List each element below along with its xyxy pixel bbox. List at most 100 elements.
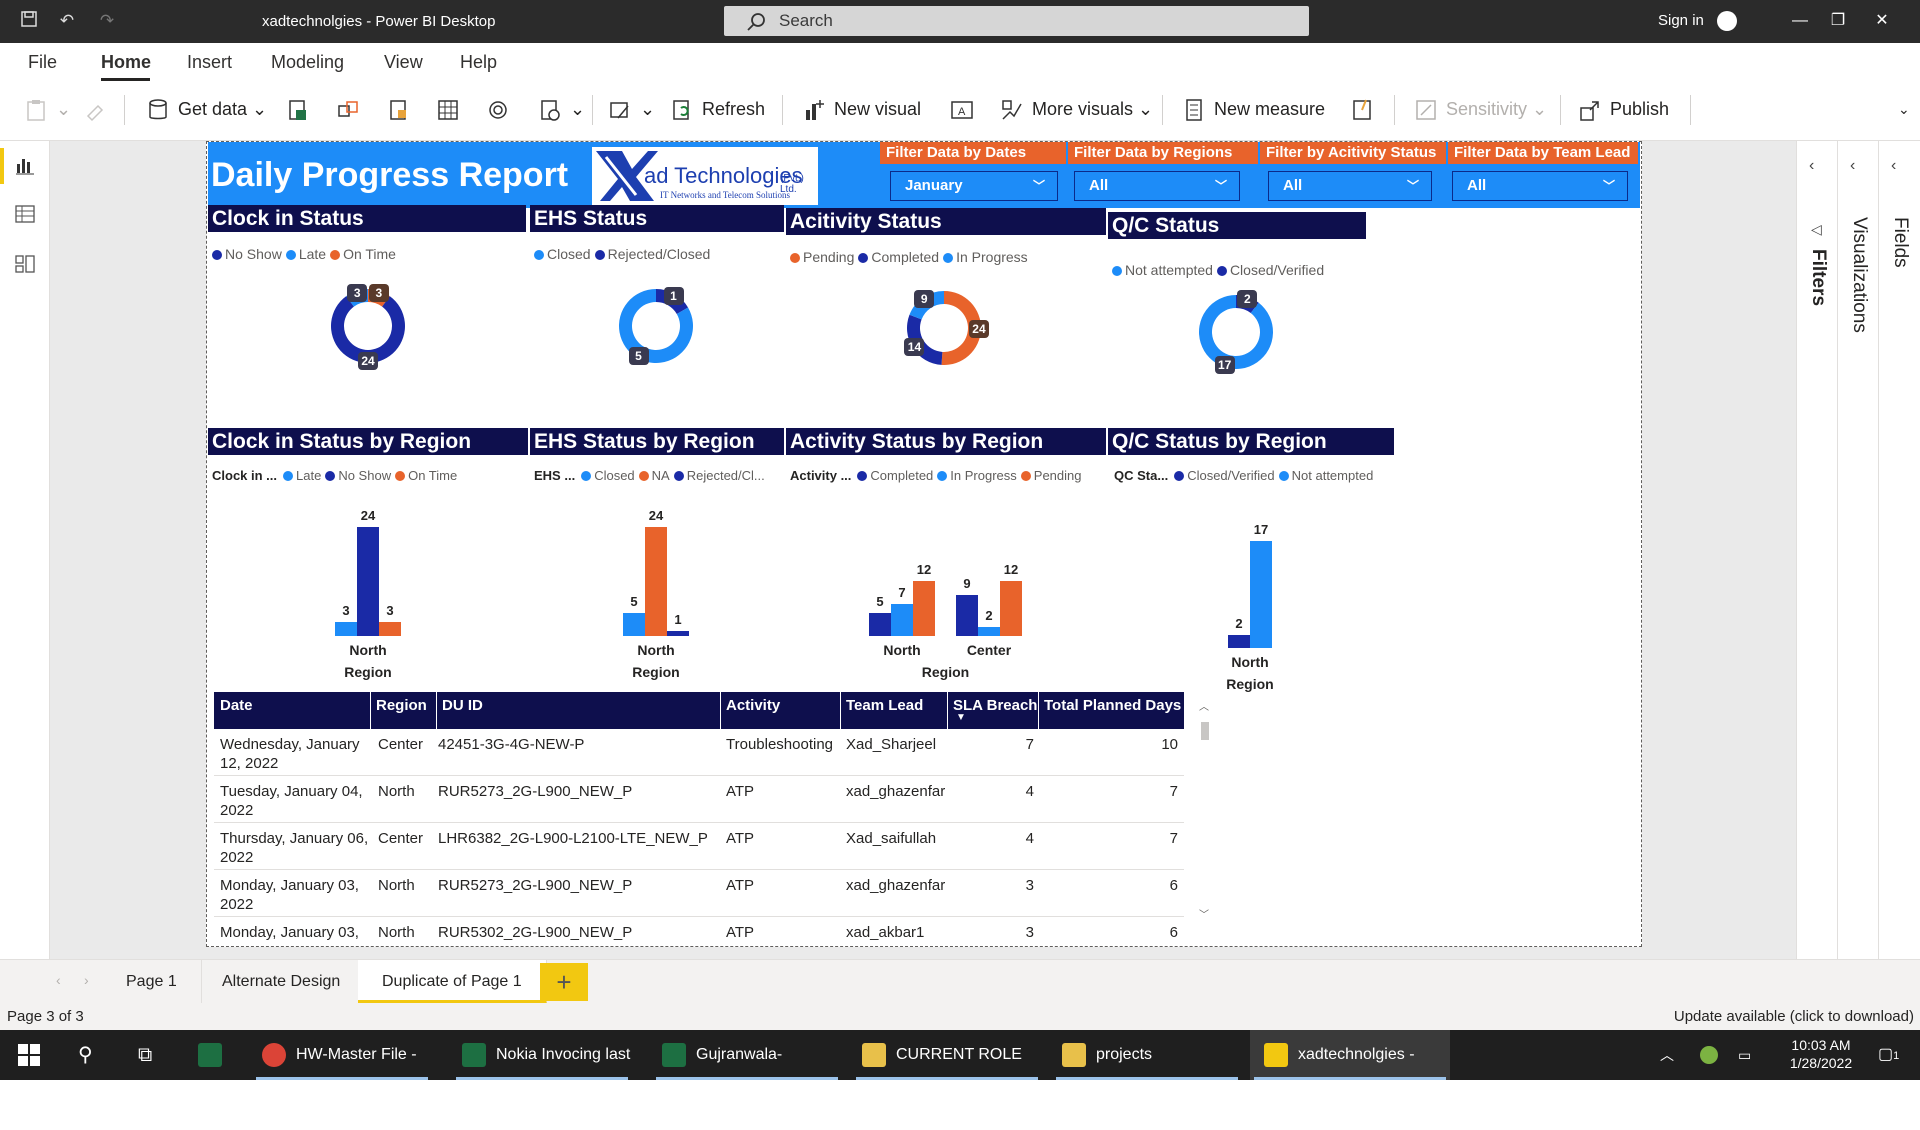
- taskbar-item-excel-2[interactable]: Gujranwala- Master...: [652, 1030, 842, 1113]
- table-row[interactable]: Wednesday, January 12, 2022 Center 42451-3…: [214, 729, 1184, 776]
- prev-page-icon[interactable]: ‹: [56, 972, 61, 988]
- legend-item[interactable]: Not attempted: [1278, 468, 1373, 483]
- col-date[interactable]: Date: [220, 697, 253, 714]
- col-region[interactable]: Region: [370, 692, 427, 729]
- publish-button[interactable]: Publish: [1578, 93, 1669, 125]
- recent-sources-button[interactable]: ⌄: [538, 93, 585, 125]
- col-sla-breach[interactable]: SLA Breach: [947, 692, 1037, 729]
- bar-not-attempted[interactable]: [1250, 540, 1272, 648]
- menu-file[interactable]: File: [28, 52, 57, 73]
- clock[interactable]: 10:03 AM 1/28/2022: [1776, 1030, 1866, 1080]
- legend-item[interactable]: Late: [285, 246, 326, 262]
- model-view-icon[interactable]: [14, 253, 36, 275]
- enter-data-button[interactable]: [436, 93, 468, 125]
- expand-fields-icon[interactable]: ‹: [1891, 157, 1896, 175]
- menu-view[interactable]: View: [384, 52, 423, 73]
- legend-item[interactable]: Rejected/Closed: [594, 246, 710, 262]
- fields-pane[interactable]: ‹ Fields: [1879, 141, 1920, 959]
- update-available-link[interactable]: Update available (click to download): [1674, 1008, 1914, 1025]
- new-measure-button[interactable]: New measure: [1182, 93, 1325, 125]
- taskbar-item-powerbi[interactable]: xadtechnolgies - Po...: [1250, 1030, 1450, 1113]
- sign-in-link[interactable]: Sign in: [1658, 12, 1704, 29]
- legend-item[interactable]: Completed: [857, 468, 933, 483]
- paste-button[interactable]: ⌄: [24, 93, 71, 125]
- menu-home[interactable]: Home: [101, 52, 151, 73]
- col-activity[interactable]: Activity: [720, 692, 780, 729]
- bar-late[interactable]: [335, 622, 357, 636]
- undo-icon[interactable]: ↶: [56, 10, 78, 32]
- bar-pending[interactable]: [913, 581, 935, 636]
- show-hidden-icons[interactable]: ︿: [1660, 1030, 1674, 1080]
- excel-workbook-button[interactable]: [286, 93, 318, 125]
- notification-icon[interactable]: ▢1: [1878, 1030, 1899, 1080]
- task-view-icon[interactable]: ⧉: [138, 1030, 152, 1080]
- avatar[interactable]: [1717, 11, 1737, 31]
- col-du-id[interactable]: DU ID: [436, 692, 483, 729]
- expand-visualizations-icon[interactable]: ‹: [1850, 157, 1855, 175]
- taskbar-item-folder-1[interactable]: CURRENT ROLE: [852, 1030, 1042, 1080]
- legend-item[interactable]: No Show: [212, 246, 282, 262]
- filter-team-lead-dropdown[interactable]: All ﹀: [1452, 171, 1628, 201]
- refresh-button[interactable]: Refresh: [670, 93, 765, 125]
- table-row[interactable]: Thursday, January 06, 2022 Center LHR6382_…: [214, 823, 1184, 870]
- expand-filters-icon[interactable]: ‹: [1809, 157, 1814, 175]
- table-row[interactable]: Monday, January 03, North RUR5302_2G-L900_…: [214, 917, 1184, 944]
- excel-taskbar-button[interactable]: [198, 1030, 232, 1080]
- start-button[interactable]: [18, 1030, 40, 1080]
- legend-item[interactable]: NA: [638, 468, 670, 483]
- scroll-up-icon[interactable]: ︿: [1199, 698, 1209, 713]
- legend-item[interactable]: Late: [283, 468, 321, 483]
- bar-no-show[interactable]: [357, 526, 379, 636]
- taskbar-item-folder-2[interactable]: projects: [1052, 1030, 1242, 1080]
- search-taskbar-icon[interactable]: ⚲: [78, 1030, 93, 1080]
- filter-regions-dropdown[interactable]: All ﹀: [1074, 171, 1240, 201]
- filters-pane[interactable]: ‹ ◁ Filters: [1797, 141, 1838, 959]
- get-data-button[interactable]: Get data ⌄: [146, 93, 267, 125]
- legend-item[interactable]: In Progress: [937, 468, 1017, 483]
- legend-item[interactable]: Completed: [858, 249, 939, 265]
- legend-item[interactable]: Pending: [790, 249, 854, 265]
- data-view-icon[interactable]: [14, 203, 36, 225]
- tab-duplicate-of-page-1[interactable]: Duplicate of Page 1: [358, 960, 547, 1004]
- more-visuals-button[interactable]: More visuals ⌄: [1000, 93, 1153, 125]
- bar-pending[interactable]: [1000, 581, 1022, 636]
- table-scrollbar[interactable]: ︿ ﹀: [1197, 692, 1213, 932]
- legend-item[interactable]: In Progress: [943, 249, 1028, 265]
- legend-item[interactable]: Closed: [581, 468, 635, 483]
- legend-item[interactable]: Rejected/Cl...: [673, 468, 765, 483]
- dataverse-icon-button[interactable]: [486, 93, 518, 125]
- bar-completed[interactable]: [869, 613, 891, 636]
- donut-chart[interactable]: [606, 276, 706, 376]
- legend-item[interactable]: Closed/Verified: [1174, 468, 1275, 483]
- visualizations-pane[interactable]: ‹ Visualizations: [1838, 141, 1879, 959]
- bar-closed[interactable]: [623, 613, 645, 636]
- legend-item[interactable]: Pending: [1020, 468, 1082, 483]
- col-total-planned-days[interactable]: Total Planned Days: [1038, 692, 1181, 729]
- menu-help[interactable]: Help: [460, 52, 497, 73]
- search-box[interactable]: Search: [724, 6, 1309, 36]
- menu-insert[interactable]: Insert: [187, 52, 232, 73]
- tab-alternate-design[interactable]: Alternate Design: [198, 960, 366, 1004]
- legend-item[interactable]: No Show: [325, 468, 391, 483]
- tab-page-1[interactable]: Page 1: [102, 960, 202, 1004]
- legend-item[interactable]: On Time: [330, 246, 396, 262]
- add-page-button[interactable]: +: [540, 963, 588, 1001]
- scroll-down-icon[interactable]: ﹀: [1199, 906, 1209, 921]
- new-visual-button[interactable]: New visual: [802, 93, 921, 125]
- close-button[interactable]: ✕: [1862, 8, 1902, 34]
- filter-dates-dropdown[interactable]: January ﹀: [890, 171, 1058, 201]
- battery-icon[interactable]: ▭: [1738, 1030, 1751, 1080]
- sensitivity-button[interactable]: Sensitivity ⌄: [1414, 93, 1547, 125]
- bar-in-progress[interactable]: [978, 626, 1000, 636]
- menu-modeling[interactable]: Modeling: [271, 52, 344, 73]
- text-box-button[interactable]: A: [950, 93, 982, 125]
- minimize-button[interactable]: —: [1780, 8, 1820, 34]
- legend-item[interactable]: Closed/Verified: [1216, 262, 1324, 278]
- next-page-icon[interactable]: ›: [84, 972, 89, 988]
- bar-on-time[interactable]: [379, 622, 401, 636]
- redo-icon[interactable]: ↷: [96, 10, 118, 32]
- bar-in-progress[interactable]: [891, 604, 913, 636]
- table-row[interactable]: Tuesday, January 04, 2022 North RUR5273_2G…: [214, 776, 1184, 823]
- ribbon-collapse-icon[interactable]: ⌄: [1898, 93, 1910, 125]
- transform-data-button[interactable]: ⌄: [608, 93, 655, 125]
